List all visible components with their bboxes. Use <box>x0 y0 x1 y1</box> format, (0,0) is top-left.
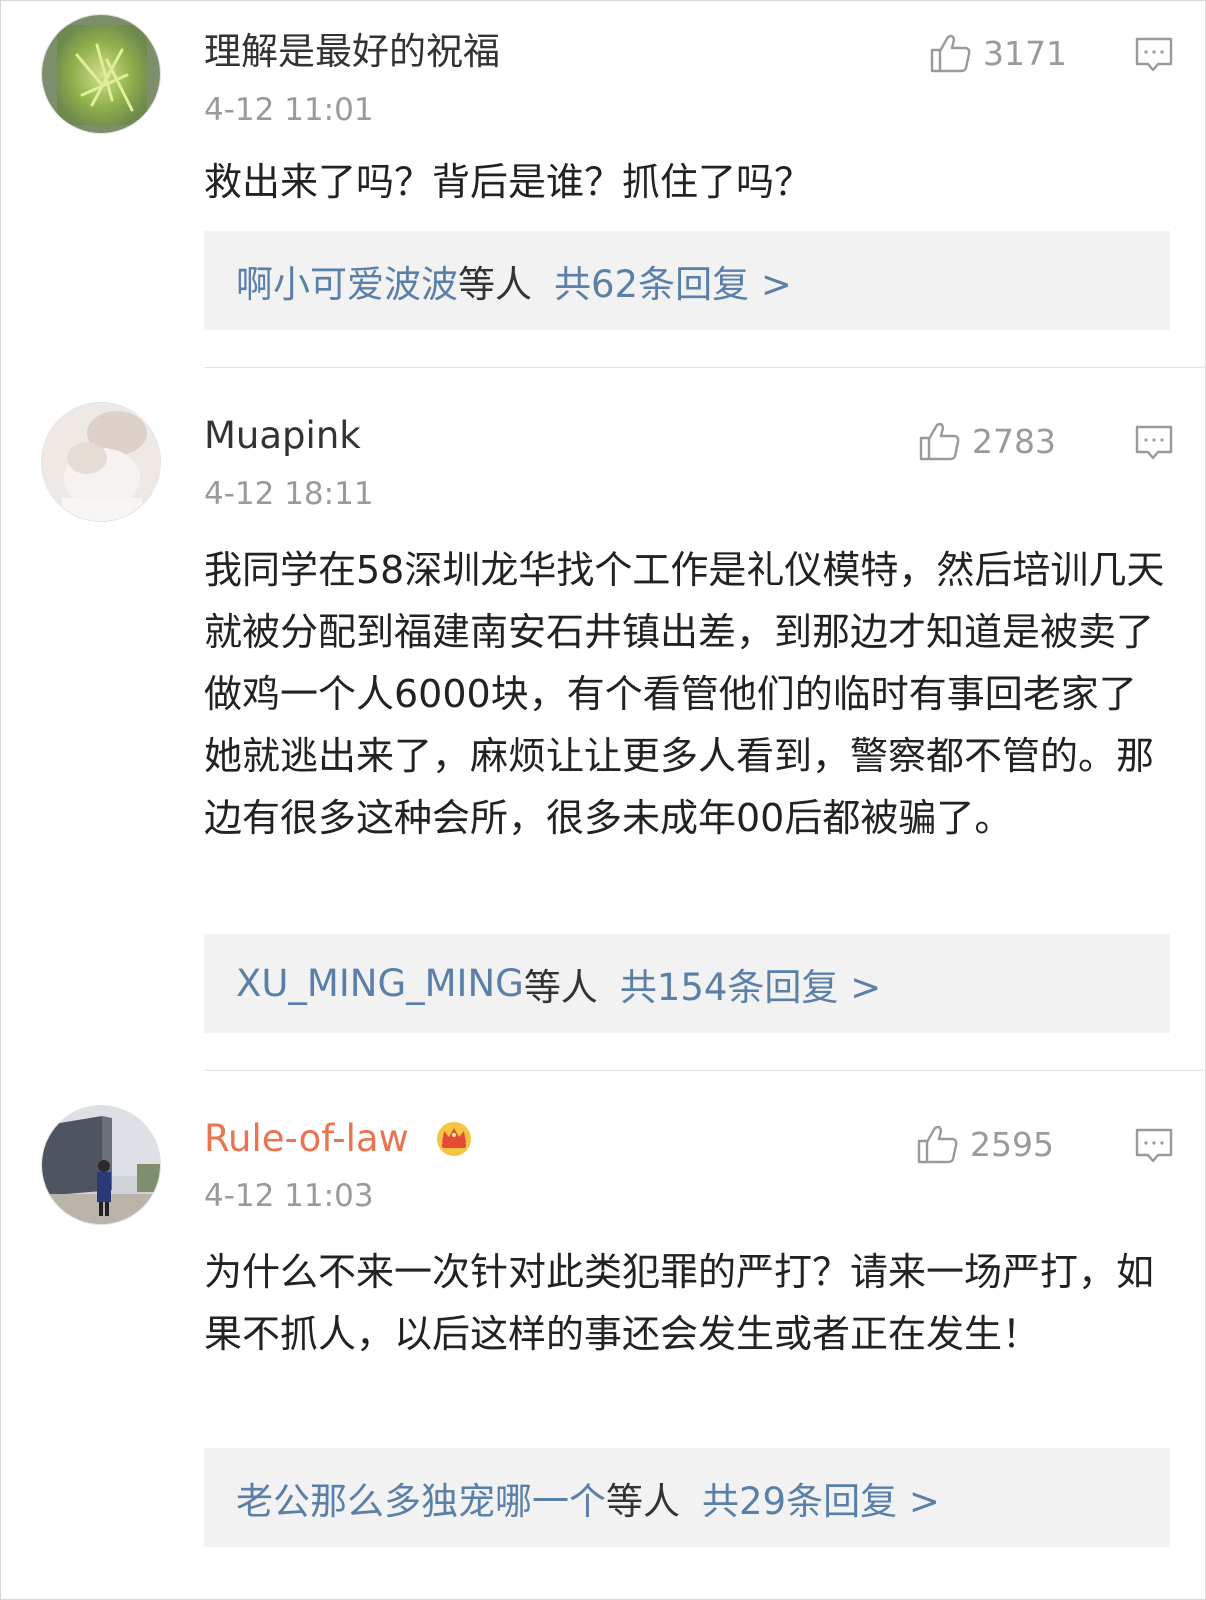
avatar[interactable] <box>41 14 161 134</box>
divider <box>204 367 1206 368</box>
username[interactable]: Muapink <box>204 414 361 458</box>
like-button[interactable]: 3171 <box>929 31 1067 75</box>
comment-bubble-icon[interactable] <box>1134 1126 1174 1166</box>
comment-text: 我同学在58深圳龙华找个工作是礼仪模特，然后培训几天就被分配到福建南安石井镇出差… <box>204 548 1165 840</box>
timestamp: 4-12 18:11 <box>204 476 374 512</box>
thumbs-up-icon <box>919 422 960 461</box>
thumbs-up-icon <box>917 1125 958 1164</box>
divider <box>204 1070 1206 1071</box>
reply-count-link[interactable]: 共154条回复 > <box>620 957 881 1011</box>
reply-count-link[interactable]: 共29条回复 > <box>702 1471 940 1525</box>
username[interactable]: 理解是最好的祝福 <box>204 30 500 74</box>
reply-count-link[interactable]: 共62条回复 > <box>554 254 792 308</box>
reply-summary[interactable]: 老公那么多独宠哪一个 等人 共29条回复 > <box>204 1448 1170 1547</box>
reply-summary[interactable]: XU_MING_MING 等人 共154条回复 > <box>204 934 1170 1033</box>
comment-text: 为什么不来一次针对此类犯罪的严打？请来一场严打，如果不抓人，以后这样的事还会发生… <box>204 1250 1155 1356</box>
reply-user-names[interactable]: 啊小可爱波波 <box>236 254 458 308</box>
reply-user-names[interactable]: 老公那么多独宠哪一个 <box>236 1471 606 1525</box>
like-count: 2595 <box>970 1124 1054 1164</box>
like-count: 3171 <box>983 33 1067 73</box>
timestamp: 4-12 11:03 <box>204 1178 374 1214</box>
like-button[interactable]: 2783 <box>918 419 1056 463</box>
reply-summary[interactable]: 啊小可爱波波 等人 共62条回复 > <box>204 231 1170 330</box>
comment-bubble-icon[interactable] <box>1134 35 1174 75</box>
comment-text: 救出来了吗？背后是谁？抓住了吗？ <box>204 160 813 204</box>
avatar[interactable] <box>41 402 161 522</box>
reply-suffix: 等人 <box>523 965 598 1009</box>
like-count: 2783 <box>972 421 1056 461</box>
thumbs-up-icon <box>930 34 971 73</box>
username[interactable]: Rule-of-law <box>204 1117 475 1161</box>
crown-icon <box>436 1121 471 1156</box>
like-button[interactable]: 2595 <box>916 1122 1054 1166</box>
username-text[interactable]: Rule-of-law <box>204 1117 409 1160</box>
timestamp: 4-12 11:01 <box>204 92 374 128</box>
comment-bubble-icon[interactable] <box>1134 423 1174 463</box>
reply-suffix: 等人 <box>458 262 532 306</box>
reply-suffix: 等人 <box>606 1479 680 1523</box>
reply-user-names[interactable]: XU_MING_MING <box>236 962 524 1005</box>
avatar[interactable] <box>41 1105 161 1225</box>
